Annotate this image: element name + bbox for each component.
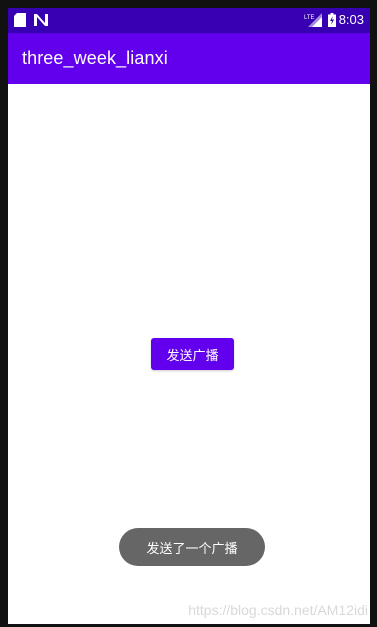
lte-signal-icon: LTE <box>304 12 322 27</box>
toast-message: 发送了一个广播 <box>119 528 265 566</box>
status-bar: LTE 8:03 <box>8 8 370 33</box>
send-broadcast-button[interactable]: 发送广播 <box>151 338 234 370</box>
app-title: three_week_lianxi <box>22 48 168 68</box>
app-bar: three_week_lianxi <box>8 33 370 84</box>
battery-charging-icon <box>328 13 336 27</box>
main-content: 发送广播 发送了一个广播 https://blog.csdn.net/AM12i… <box>8 84 370 624</box>
watermark: https://blog.csdn.net/AM12idi <box>188 602 368 618</box>
device-frame: LTE 8:03 three_week_lianxi 发送广播 发送了一个广播 … <box>0 0 377 627</box>
n-notification-icon <box>34 13 48 27</box>
lte-label: LTE <box>304 15 315 21</box>
sd-card-icon <box>14 13 26 27</box>
phone-screen: LTE 8:03 three_week_lianxi 发送广播 发送了一个广播 … <box>8 8 370 624</box>
status-time: 8:03 <box>338 12 364 27</box>
